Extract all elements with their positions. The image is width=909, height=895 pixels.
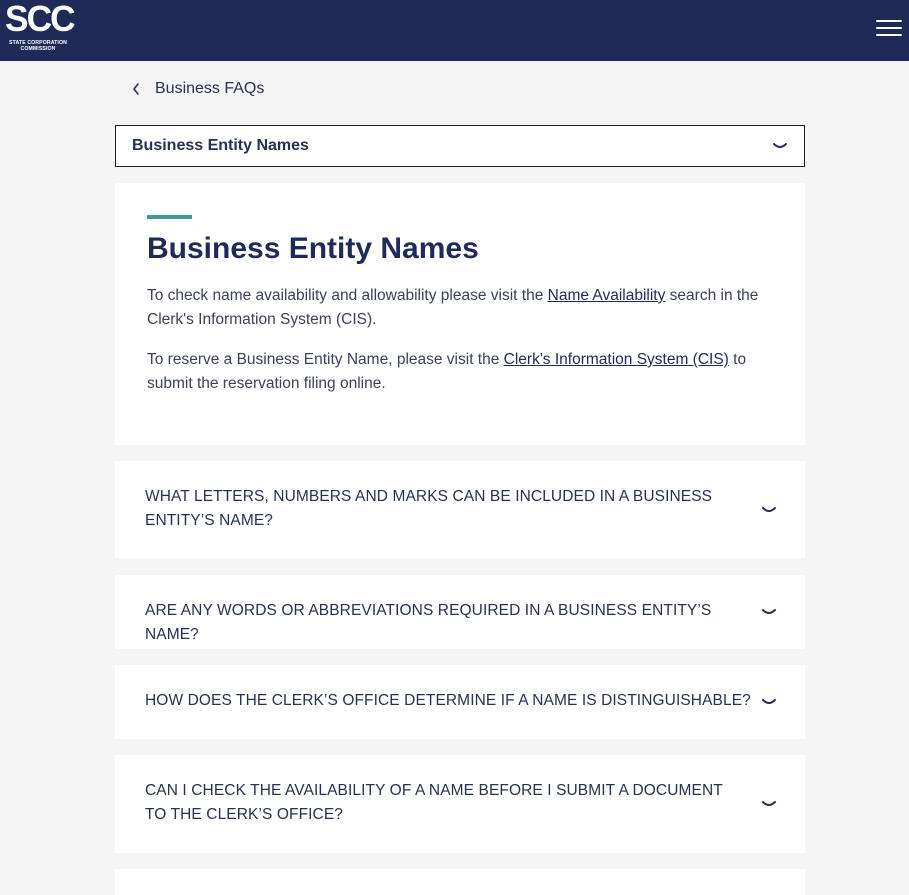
category-select[interactable]: Business Entity Names [115,125,805,167]
faq-question: HOW DOES THE CLERK’S OFFICE DETERMINE IF… [145,692,751,709]
breadcrumb-back-link[interactable]: Business FAQs [131,78,264,100]
intro-paragraph-reserve: To reserve a Business Entity Name, pleas… [147,348,777,396]
menu-hamburger-icon[interactable] [876,18,902,38]
accent-bar [147,215,192,219]
chevron-down-icon [773,143,787,148]
intro-text: To reserve a Business Entity Name, pleas… [147,351,504,368]
faq-question: ARE ANY WORDS OR ABBREVIATIONS REQUIRED … [145,602,712,643]
intro-text: To check name availability and allowabil… [147,287,548,304]
top-header: SCC STATE CORPORATION COMMISSION [0,0,909,61]
breadcrumb-label: Business FAQs [155,80,265,97]
intro-paragraph-availability: To check name availability and allowabil… [147,284,777,332]
faq-question: WHAT LETTERS, NUMBERS AND MARKS CAN BE I… [145,488,713,529]
category-select-value: Business Entity Names [132,137,309,154]
faq-item-check-availability[interactable]: CAN I CHECK THE AVAILABILITY OF A NAME B… [115,755,805,853]
faq-item-distinguishable[interactable]: HOW DOES THE CLERK’S OFFICE DETERMINE IF… [115,665,805,739]
scc-logo[interactable]: SCC STATE CORPORATION COMMISSION [4,0,76,56]
page-title: Business Entity Names [147,232,479,265]
name-availability-link[interactable]: Name Availability [548,287,666,304]
logo-mark: SCC [5,0,76,39]
intro-card: Business Entity Names To check name avai… [115,183,805,445]
faq-item-required-words[interactable]: ARE ANY WORDS OR ABBREVIATIONS REQUIRED … [115,575,805,649]
chevron-down-icon [762,609,776,614]
logo-subtitle: STATE CORPORATION COMMISSION [9,40,67,52]
cis-link[interactable]: Clerk's Information System (CIS) [504,351,729,368]
chevron-down-icon [762,507,776,512]
chevron-down-icon [762,699,776,704]
faq-item-partial[interactable] [115,869,805,895]
chevron-down-icon [762,801,776,806]
faq-question: CAN I CHECK THE AVAILABILITY OF A NAME B… [145,782,723,823]
chevron-left-icon [133,83,139,95]
faq-item-letters-numbers[interactable]: WHAT LETTERS, NUMBERS AND MARKS CAN BE I… [115,461,805,558]
